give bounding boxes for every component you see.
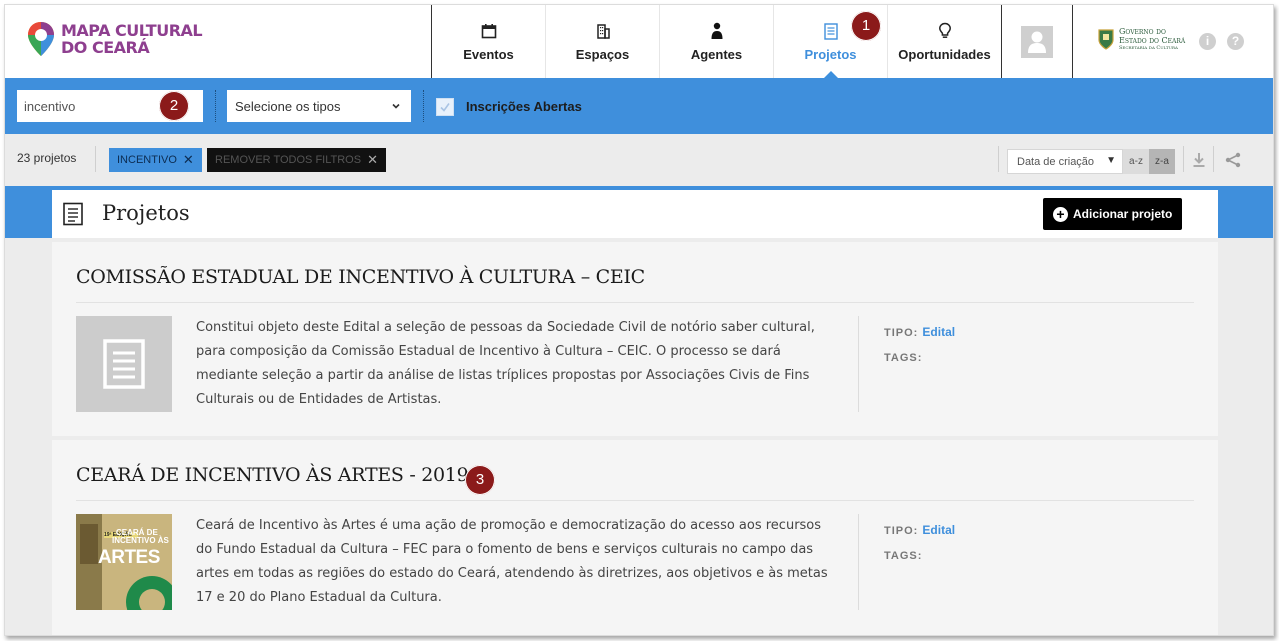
add-project-button[interactable]: + Adicionar projeto	[1043, 198, 1183, 230]
tags-label: TAGS:	[884, 352, 923, 364]
card-vertical-divider	[858, 514, 859, 610]
results-bar: 23 projetos INCENTIVO ✕ REMOVER TODOS FI…	[5, 134, 1273, 186]
gov-line-2: Estado do Ceará	[1119, 36, 1186, 45]
remove-all-filters-button[interactable]: REMOVER TODOS FILTROS ✕	[207, 148, 386, 172]
results-divider	[998, 146, 999, 172]
active-filter-label: INCENTIVO	[117, 154, 177, 166]
site-logo[interactable]: MAPA CULTURAL DO CEARÁ	[27, 21, 203, 57]
check-icon	[440, 103, 450, 112]
step-marker-2: 2	[159, 91, 189, 121]
project-card: CEARÁ DE INCENTIVO ÀS ARTES - 2019 19ª E…	[52, 440, 1218, 635]
calendar-icon	[481, 21, 497, 41]
project-description: Constitui objeto deste Edital a seleção …	[196, 320, 815, 407]
share-icon[interactable]	[1223, 149, 1243, 171]
nav-oportunidades[interactable]: Oportunidades	[888, 5, 1002, 78]
nav-agentes[interactable]: Agentes	[660, 5, 774, 78]
remove-all-filters-label: REMOVER TODOS FILTROS	[215, 154, 362, 166]
card-vertical-divider	[858, 316, 859, 412]
project-thumbnail[interactable]	[76, 316, 172, 412]
gov-line-1: Governo do	[1119, 27, 1166, 36]
filter-divider	[423, 90, 424, 122]
tipo-value[interactable]: Edital	[922, 325, 955, 339]
close-icon[interactable]: ✕	[367, 152, 378, 168]
project-thumbnail[interactable]: 19ª EDIÇÃO CEARÁ DE INCENTIVO ÀS ARTES	[76, 514, 172, 610]
poster-line-3: INCENTIVO ÀS	[112, 536, 169, 545]
open-registrations-checkbox[interactable]	[436, 98, 454, 116]
document-placeholder-icon	[103, 339, 145, 389]
sort-select-value: Data de criação	[1017, 155, 1095, 168]
open-registrations-label[interactable]: Inscrições Abertas	[466, 99, 582, 114]
logo-line-1: MAPA CULTURAL	[61, 21, 203, 40]
document-icon	[62, 202, 84, 230]
person-icon	[710, 21, 724, 41]
download-icon[interactable]	[1189, 149, 1209, 171]
caret-down-icon: ▼	[1106, 155, 1116, 166]
map-pin-logo-icon	[27, 21, 55, 57]
building-icon	[595, 21, 611, 41]
results-divider	[95, 146, 96, 172]
card-divider	[76, 302, 1194, 303]
tags-label: TAGS:	[884, 550, 923, 562]
poster-line-4: ARTES	[98, 547, 160, 568]
active-filter-tag[interactable]: INCENTIVO ✕	[109, 148, 202, 172]
avatar	[1020, 25, 1053, 58]
help-icon[interactable]: ?	[1227, 33, 1244, 50]
site-header: MAPA CULTURAL DO CEARÁ Eventos Espaços A…	[5, 5, 1273, 78]
lightbulb-icon	[938, 21, 952, 41]
results-divider	[1213, 146, 1214, 172]
filter-divider	[215, 90, 216, 122]
nav-espacos[interactable]: Espaços	[546, 5, 660, 78]
government-logo: Governo do Estado do Ceará Secretaria da…	[1097, 27, 1185, 51]
info-icon[interactable]: i	[1199, 33, 1216, 50]
tipo-value[interactable]: Edital	[922, 523, 955, 537]
type-select-value: Selecione os tipos	[235, 98, 341, 114]
nav-oportunidades-label: Oportunidades	[898, 47, 991, 62]
type-select[interactable]: Selecione os tipos	[227, 90, 411, 122]
step-marker-3: 3	[465, 465, 495, 495]
card-divider	[76, 500, 1194, 501]
step-marker-1: 1	[851, 11, 881, 41]
tipo-label: TIPO:	[884, 327, 919, 339]
tipo-label: TIPO:	[884, 525, 919, 537]
coat-of-arms-icon	[1098, 29, 1114, 50]
browser-frame: MAPA CULTURAL DO CEARÁ Eventos Espaços A…	[4, 4, 1274, 636]
sort-za-button[interactable]: z-a	[1149, 149, 1175, 174]
project-meta: TIPO: Edital TAGS:	[884, 518, 955, 569]
gov-line-3: Secretaria da Cultura	[1119, 45, 1178, 51]
project-card: COMISSÃO ESTADUAL DE INCENTIVO À CULTURA…	[52, 242, 1218, 436]
project-meta: TIPO: Edital TAGS:	[884, 320, 955, 371]
sort-az-button[interactable]: a-z	[1123, 149, 1149, 174]
add-project-label: Adicionar projeto	[1073, 207, 1173, 221]
sort-select[interactable]: Data de criação ▼	[1007, 149, 1123, 174]
page-title: Projetos	[102, 201, 190, 225]
chevron-down-icon	[391, 99, 401, 114]
document-icon	[823, 21, 838, 41]
nav-agentes-label: Agentes	[690, 47, 743, 62]
project-description: Ceará de Incentivo às Artes é uma ação d…	[196, 518, 828, 605]
main-content: Projetos + Adicionar projeto COMISSÃO ES…	[5, 186, 1273, 635]
nav-espacos-label: Espaços	[575, 47, 630, 62]
results-count: 23 projetos	[17, 151, 77, 165]
user-avatar-button[interactable]	[1001, 5, 1073, 78]
nav-projetos-label: Projetos	[804, 47, 857, 62]
logo-line-2: DO CEARÁ	[61, 38, 150, 57]
nav-eventos-label: Eventos	[463, 47, 514, 62]
main-nav: Eventos Espaços Agentes Projetos Oportun…	[431, 5, 1002, 78]
filter-bar: Selecione os tipos Inscrições Abertas	[5, 78, 1273, 134]
page-header: Projetos + Adicionar projeto	[52, 190, 1218, 238]
project-title[interactable]: CEARÁ DE INCENTIVO ÀS ARTES - 2019	[76, 464, 469, 486]
plus-icon: +	[1053, 206, 1068, 222]
close-icon[interactable]: ✕	[183, 152, 194, 168]
nav-eventos[interactable]: Eventos	[432, 5, 546, 78]
project-title[interactable]: COMISSÃO ESTADUAL DE INCENTIVO À CULTURA…	[76, 266, 645, 288]
results-divider	[1183, 146, 1184, 172]
